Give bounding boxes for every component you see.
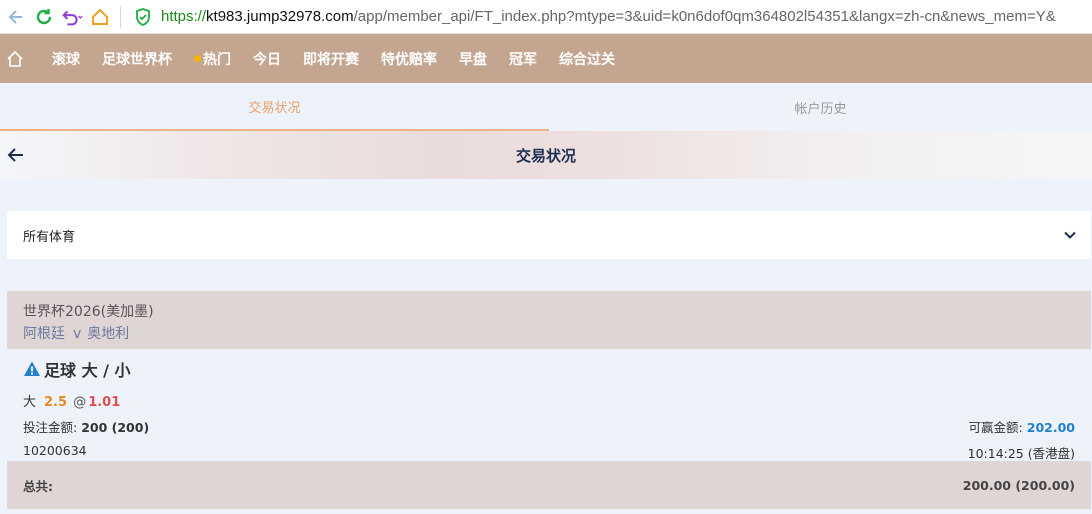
bet-type-row: 足球 大 / 小 [23,357,1075,381]
total-value: 200.00 (200.00) [962,477,1075,493]
nav-item-special-odds[interactable]: 特优赔率 [381,49,437,69]
selection-label: 大 [23,395,37,410]
odds-value: 1.01 [88,395,121,410]
address-bar[interactable]: https://kt983.jump32978.com/app/member_a… [161,8,1056,25]
league-name: 世界杯2026(美加墨) [23,304,154,320]
bet-type: 足球 大 / 小 [44,361,131,380]
browser-toolbar: https://kt983.jump32978.com/app/member_a… [0,0,1092,34]
warning-icon [24,361,40,376]
bet-card-header: 世界杯2026(美加墨) 阿根廷 v 奥地利 [7,291,1091,349]
tab-transactions[interactable]: 交易状况 [0,83,549,131]
hot-dot-icon [194,55,201,62]
nav-item-hot[interactable]: 热门 [194,49,231,69]
versus-label: v [73,326,82,342]
bet-time: 10:14:25 (香港盘) [967,446,1075,461]
undo-icon[interactable] [60,5,84,29]
sport-filter-select[interactable]: 所有体育 [7,211,1091,259]
page-header: 交易状况 [0,131,1092,179]
total-row: 总共: 200.00 (200.00) [7,461,1091,509]
back-icon[interactable] [4,5,28,29]
page-title: 交易状况 [515,146,576,165]
home-icon[interactable] [88,5,112,29]
bet-card-body: 足球 大 / 小 大 2.5 @1.01 投注金额: 200 (200) 可赢金额… [7,349,1091,461]
stake-row: 投注金额: 200 (200) 可赢金额: 202.00 [23,417,1075,436]
nav-item-upcoming[interactable]: 即将开赛 [303,49,359,69]
top-nav: 滚球 足球世界杯 热门 今日 即将开赛 特优赔率 早盘 冠军 综合过关 [0,34,1092,83]
team-home: 阿根廷 [23,326,65,342]
tab-bar: 交易状况 帐户历史 [0,83,1092,131]
stake: 投注金额: 200 (200) [23,420,150,435]
nav-item-parlay[interactable]: 综合过关 [559,49,615,69]
ticket-id: 10200634 [23,443,87,458]
nav-item-worldcup[interactable]: 足球世界杯 [102,49,172,69]
potential-win: 可赢金额: 202.00 [968,420,1075,435]
bet-selection: 大 2.5 @1.01 [23,391,1075,410]
handicap-line: 2.5 [44,395,68,410]
shield-icon [131,5,155,29]
nav-item-inplay[interactable]: 滚球 [52,49,80,69]
match-teams: 阿根廷 v 奥地利 [23,323,1075,343]
team-away: 奥地利 [87,326,130,342]
nav-item-today[interactable]: 今日 [253,49,281,69]
total-label: 总共: [23,478,53,494]
sport-filter-label: 所有体育 [23,229,76,245]
at-symbol: @ [73,395,87,410]
reload-icon[interactable] [32,5,56,29]
home-nav-icon[interactable] [0,34,30,83]
chevron-down-icon [1064,231,1076,239]
tab-account-history[interactable]: 帐户历史 [549,83,1092,131]
ticket-row: 10200634 10:14:25 (香港盘) [23,443,1075,462]
nav-item-champion[interactable]: 冠军 [509,49,537,69]
nav-item-early[interactable]: 早盘 [459,49,487,69]
toolbar-divider [120,5,121,28]
back-arrow-icon[interactable] [6,145,26,165]
